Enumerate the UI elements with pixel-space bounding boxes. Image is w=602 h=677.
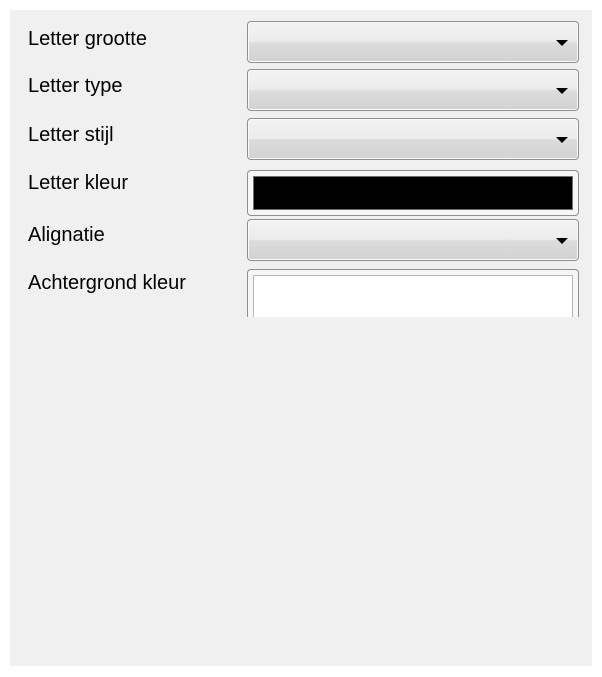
settings-panel: Letter grootte Letter type Letter stijl …: [10, 10, 592, 666]
font-type-dropdown[interactable]: [247, 69, 579, 111]
background-color-label: Achtergrond kleur: [28, 272, 186, 294]
chevron-down-icon: [556, 88, 568, 94]
chevron-down-icon: [556, 137, 568, 143]
background-color-swatch: [253, 275, 573, 317]
font-color-picker[interactable]: [247, 170, 579, 216]
font-color-swatch: [253, 176, 573, 210]
alignment-dropdown[interactable]: [247, 219, 579, 261]
background-color-picker[interactable]: [247, 269, 579, 317]
font-color-label: Letter kleur: [28, 172, 129, 194]
font-style-dropdown[interactable]: [247, 118, 579, 160]
font-size-dropdown[interactable]: [247, 21, 579, 63]
font-type-label: Letter type: [28, 75, 123, 97]
font-style-label: Letter stijl: [28, 124, 114, 146]
chevron-down-icon: [556, 40, 568, 46]
chevron-down-icon: [556, 238, 568, 244]
alignment-label: Alignatie: [28, 224, 105, 246]
font-size-label: Letter grootte: [28, 28, 147, 50]
